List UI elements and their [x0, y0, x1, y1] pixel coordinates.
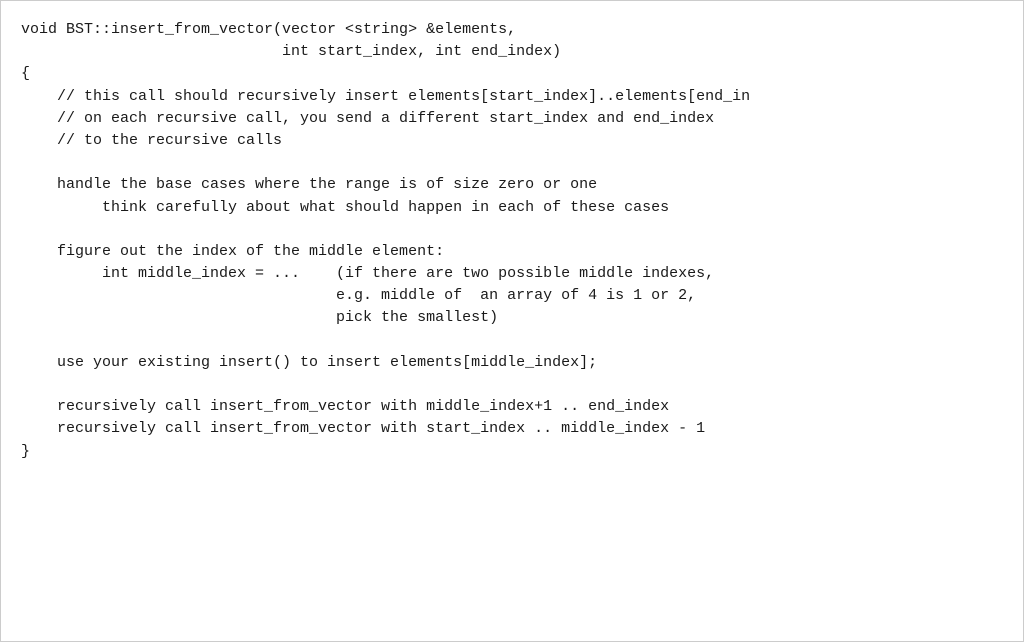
code-line: figure out the index of the middle eleme…: [21, 241, 1003, 263]
code-line: // this call should recursively insert e…: [21, 86, 1003, 108]
code-line: pick the smallest): [21, 307, 1003, 329]
code-line: void BST::insert_from_vector(vector <str…: [21, 19, 1003, 41]
code-line: [21, 330, 1003, 352]
code-line: [21, 374, 1003, 396]
code-line: }: [21, 441, 1003, 463]
code-line: {: [21, 63, 1003, 85]
code-line: e.g. middle of an array of 4 is 1 or 2,: [21, 285, 1003, 307]
code-line: int middle_index = ... (if there are two…: [21, 263, 1003, 285]
code-line: int start_index, int end_index): [21, 41, 1003, 63]
code-container: void BST::insert_from_vector(vector <str…: [0, 0, 1024, 642]
code-line: // on each recursive call, you send a di…: [21, 108, 1003, 130]
code-line: recursively call insert_from_vector with…: [21, 396, 1003, 418]
code-line: handle the base cases where the range is…: [21, 174, 1003, 196]
code-line: use your existing insert() to insert ele…: [21, 352, 1003, 374]
code-line: think carefully about what should happen…: [21, 197, 1003, 219]
code-line: // to the recursive calls: [21, 130, 1003, 152]
code-block: void BST::insert_from_vector(vector <str…: [21, 19, 1003, 463]
code-line: [21, 219, 1003, 241]
code-line: recursively call insert_from_vector with…: [21, 418, 1003, 440]
code-line: [21, 152, 1003, 174]
